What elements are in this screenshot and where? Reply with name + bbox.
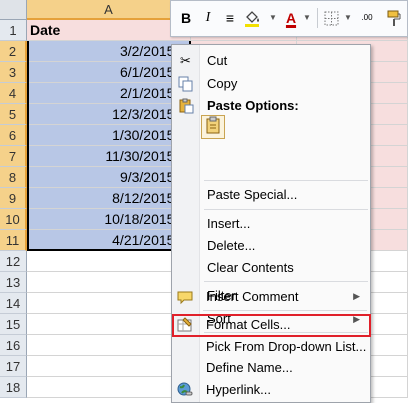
menu-item-label: Define Name...	[206, 360, 293, 375]
chevron-down-icon[interactable]: ▼	[342, 7, 354, 29]
row-header[interactable]: 5	[0, 104, 27, 125]
menu-item-pick-from-list[interactable]: Pick From Drop-down List...	[171, 336, 369, 358]
menu-separator	[204, 180, 368, 181]
date-cell[interactable]: 6/1/2015 0:	[27, 62, 191, 83]
toolbar-separator	[317, 8, 318, 28]
cell[interactable]	[27, 251, 191, 272]
date-cell[interactable]: 12/3/2015 0:	[27, 104, 191, 125]
menu-item-cut[interactable]: ✂ Cut	[172, 50, 370, 72]
column-header-a[interactable]: A	[27, 0, 191, 20]
fill-color-icon[interactable]	[243, 7, 263, 29]
menu-item-insert[interactable]: Insert...	[172, 213, 370, 235]
mini-toolbar: B I ≡ ▼ A ▼ ▼ .00	[170, 0, 408, 37]
menu-item-format-cells[interactable]: Format Cells...	[171, 314, 369, 336]
menu-item-insert-comment[interactable]: Insert Comment	[171, 286, 369, 308]
paste-option-keep-formatting-icon[interactable]	[201, 115, 225, 139]
menu-item-copy[interactable]: Copy	[172, 73, 370, 95]
menu-item-label: Cut	[207, 53, 228, 68]
row-header[interactable]: 3	[0, 62, 27, 83]
date-cell[interactable]: 11/30/2015 0:	[27, 146, 191, 167]
menu-item-label: Clear Contents	[207, 260, 294, 275]
menu-item-hyperlink[interactable]: Hyperlink...	[171, 379, 369, 401]
row-header[interactable]: 18	[0, 377, 27, 398]
copy-icon	[177, 76, 194, 92]
date-cell[interactable]: 4/21/2015 0:	[27, 230, 191, 251]
menu-item-label: Insert...	[207, 216, 251, 231]
hyperlink-globe-icon	[176, 382, 193, 398]
decrease-decimal-button[interactable]: .00	[357, 7, 377, 29]
menu-item-paste-options: Paste Options:	[172, 95, 370, 117]
date-cell[interactable]: 1/30/2015 0:	[27, 125, 191, 146]
menu-separator	[204, 209, 368, 210]
cell[interactable]	[27, 314, 191, 335]
row-header[interactable]: 9	[0, 188, 27, 209]
menu-item-label: Insert Comment	[206, 289, 299, 304]
date-cell[interactable]: 8/12/2015 0:	[27, 188, 191, 209]
row-header[interactable]: 14	[0, 293, 27, 314]
row-header[interactable]: 1	[0, 20, 27, 41]
menu-separator	[204, 281, 368, 282]
row-header[interactable]: 7	[0, 146, 27, 167]
cell[interactable]	[27, 335, 191, 356]
date-cell[interactable]: 3/2/2015 0:	[27, 41, 191, 62]
cell-a1[interactable]: Date	[27, 20, 191, 41]
menu-item-define-name[interactable]: Define Name...	[171, 357, 369, 379]
bold-button[interactable]: B	[176, 7, 196, 29]
italic-button[interactable]: I	[198, 7, 218, 29]
date-cell[interactable]: 9/3/2015 0:	[27, 167, 191, 188]
row-header[interactable]: 2	[0, 41, 27, 62]
menu-item-clear-contents[interactable]: Clear Contents	[172, 257, 370, 279]
menu-separator	[203, 310, 367, 311]
row-header[interactable]: 17	[0, 356, 27, 377]
menu-item-label: Hyperlink...	[206, 382, 272, 397]
center-align-button[interactable]: ≡	[220, 7, 240, 29]
select-all-corner[interactable]	[0, 0, 27, 20]
menu-item-label: Pick From Drop-down List...	[206, 339, 367, 354]
row-header[interactable]: 8	[0, 167, 27, 188]
chevron-down-icon[interactable]: ▼	[301, 7, 313, 29]
row-header[interactable]: 11	[0, 230, 27, 251]
paste-icon	[177, 98, 194, 114]
row-header[interactable]: 15	[0, 314, 27, 335]
font-color-button[interactable]: A	[281, 7, 301, 29]
borders-icon[interactable]	[322, 7, 342, 29]
menu-item-label: Format Cells...	[206, 317, 291, 332]
comment-icon	[176, 289, 193, 305]
menu-item-label: Paste Options:	[207, 98, 299, 113]
row-header[interactable]: 4	[0, 83, 27, 104]
menu-item-paste-special[interactable]: Paste Special...	[172, 184, 370, 206]
menu-item-label: Paste Special...	[207, 187, 298, 202]
menu-item-label: Delete...	[207, 238, 256, 253]
format-painter-icon[interactable]	[385, 7, 405, 29]
chevron-down-icon[interactable]: ▼	[267, 7, 279, 29]
row-header[interactable]: 12	[0, 251, 27, 272]
menu-item-label: Copy	[207, 76, 238, 91]
format-cells-icon	[176, 317, 193, 333]
menu-item-delete[interactable]: Delete...	[172, 235, 370, 257]
scissors-icon: ✂	[180, 53, 191, 68]
cell[interactable]	[27, 356, 191, 377]
row-header[interactable]: 10	[0, 209, 27, 230]
row-header[interactable]: 16	[0, 335, 27, 356]
cell[interactable]	[27, 377, 191, 398]
row-header[interactable]: 6	[0, 125, 27, 146]
cell[interactable]	[27, 272, 191, 293]
row-header[interactable]: 13	[0, 272, 27, 293]
date-cell[interactable]: 10/18/2015 0:	[27, 209, 191, 230]
date-cell[interactable]: 2/1/2015 0:	[27, 83, 191, 104]
cell[interactable]	[27, 293, 191, 314]
